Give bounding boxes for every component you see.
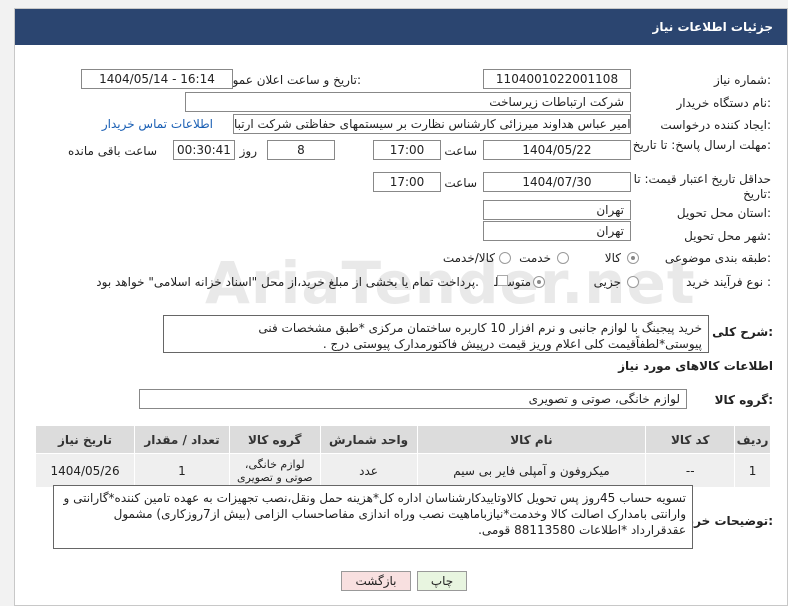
col-date: تاریخ نیاز (34, 425, 136, 454)
process-label: نوع فرآیند خرید : (686, 275, 771, 289)
buyer-org-field: شرکت ارتباطات زیرساخت (185, 92, 631, 112)
cell-name: میکروفون و آمپلی فایر بی سیم (416, 453, 647, 488)
category-radio-both[interactable] (499, 252, 511, 264)
price-time-label: ساعت (444, 176, 477, 190)
remaining-label: ساعت باقی مانده (67, 144, 157, 158)
category-option-goods: کالا (604, 251, 621, 265)
category-option-both: کالا/خدمت (442, 251, 495, 265)
col-row: ردیف (734, 425, 771, 454)
cell-unit: عدد (319, 453, 418, 488)
goods-info-title: اطلاعات کالاهای مورد نیاز (618, 359, 773, 373)
buyer-notes-textarea[interactable]: تسویه حساب 45روز پس تحویل کالاوتاییدکارش… (53, 485, 693, 549)
creator-label: ایجاد کننده درخواست: (660, 118, 771, 132)
goods-group-label: گروه کالا: (714, 393, 773, 407)
category-radio-service[interactable] (557, 252, 569, 264)
items-table: ردیف کد کالا نام کالا واحد شمارش گروه کا… (34, 425, 771, 488)
col-code: کد کالا (645, 425, 736, 454)
col-unit: واحد شمارش (319, 425, 418, 454)
price-validity-label: حداقل تاریخ اعتبار قیمت: تا تاریخ: (633, 172, 771, 201)
col-name: نام کالا (416, 425, 647, 454)
description-textarea[interactable]: خرید پیجینگ با لوازم جانبی و نرم افزار 1… (163, 315, 709, 353)
cell-qty: 1 (134, 453, 230, 488)
treasury-checkbox[interactable] (497, 275, 508, 286)
price-date-field: 1404/07/30 (483, 172, 631, 192)
days-field: 8 (267, 140, 335, 160)
details-panel: جزئیات اطلاعات نیاز AriaTender.net شماره… (14, 8, 788, 606)
need-number-field: 1104001022001108 (483, 69, 631, 89)
page-title: جزئیات اطلاعات نیاز (15, 9, 787, 45)
category-label: طبقه بندی موضوعی: (664, 251, 771, 265)
creator-field: امیر عباس هداوند میرزائی کارشناس نظارت ب… (233, 114, 631, 134)
reply-deadline-label: مهلت ارسال پاسخ: تا تاریخ: (632, 138, 771, 152)
process-radio-minor[interactable] (627, 276, 639, 288)
category-option-service: خدمت (519, 251, 551, 265)
process-option-minor: جزیی (593, 275, 621, 289)
reply-time-label: ساعت (444, 144, 477, 158)
city-label: شهر محل تحویل: (684, 229, 771, 243)
cell-date: 1404/05/26 (34, 453, 136, 488)
payment-note: پرداخت تمام یا بخشی از مبلغ خرید،از محل … (96, 275, 479, 289)
announce-field: 1404/05/14 - 16:14 (81, 69, 233, 89)
contact-buyer-link[interactable]: اطلاعات تماس خریدار (102, 117, 213, 131)
buyer-org-label: نام دستگاه خریدار: (676, 96, 772, 110)
province-label: استان محل تحویل: (676, 206, 771, 220)
need-number-label: شماره نیاز: (713, 73, 771, 87)
remaining-time-field: 00:30:41 (173, 140, 235, 160)
col-qty: تعداد / مقدار (134, 425, 230, 454)
table-row: 1 -- میکروفون و آمپلی فایر بی سیم عدد لو… (34, 453, 771, 488)
category-radio-goods[interactable] (627, 252, 639, 264)
reply-time-field: 17:00 (373, 140, 441, 160)
goods-group-field: لوازم خانگی، صوتی و تصویری (139, 389, 687, 409)
col-group: گروه کالا (228, 425, 321, 454)
province-field: تهران (483, 200, 631, 220)
price-time-field: 17:00 (373, 172, 441, 192)
cell-group: لوازم خانگی، صوتی و تصویری (228, 453, 321, 488)
process-radio-medium[interactable] (533, 276, 545, 288)
reply-date-field: 1404/05/22 (483, 140, 631, 160)
cell-code: -- (645, 453, 736, 488)
print-button[interactable]: چاپ (417, 571, 467, 591)
city-field: تهران (483, 221, 631, 241)
cell-row: 1 (734, 453, 771, 488)
announce-label: تاریخ و ساعت اعلان عمومی: (216, 73, 361, 87)
back-button[interactable]: بازگشت (341, 571, 411, 591)
